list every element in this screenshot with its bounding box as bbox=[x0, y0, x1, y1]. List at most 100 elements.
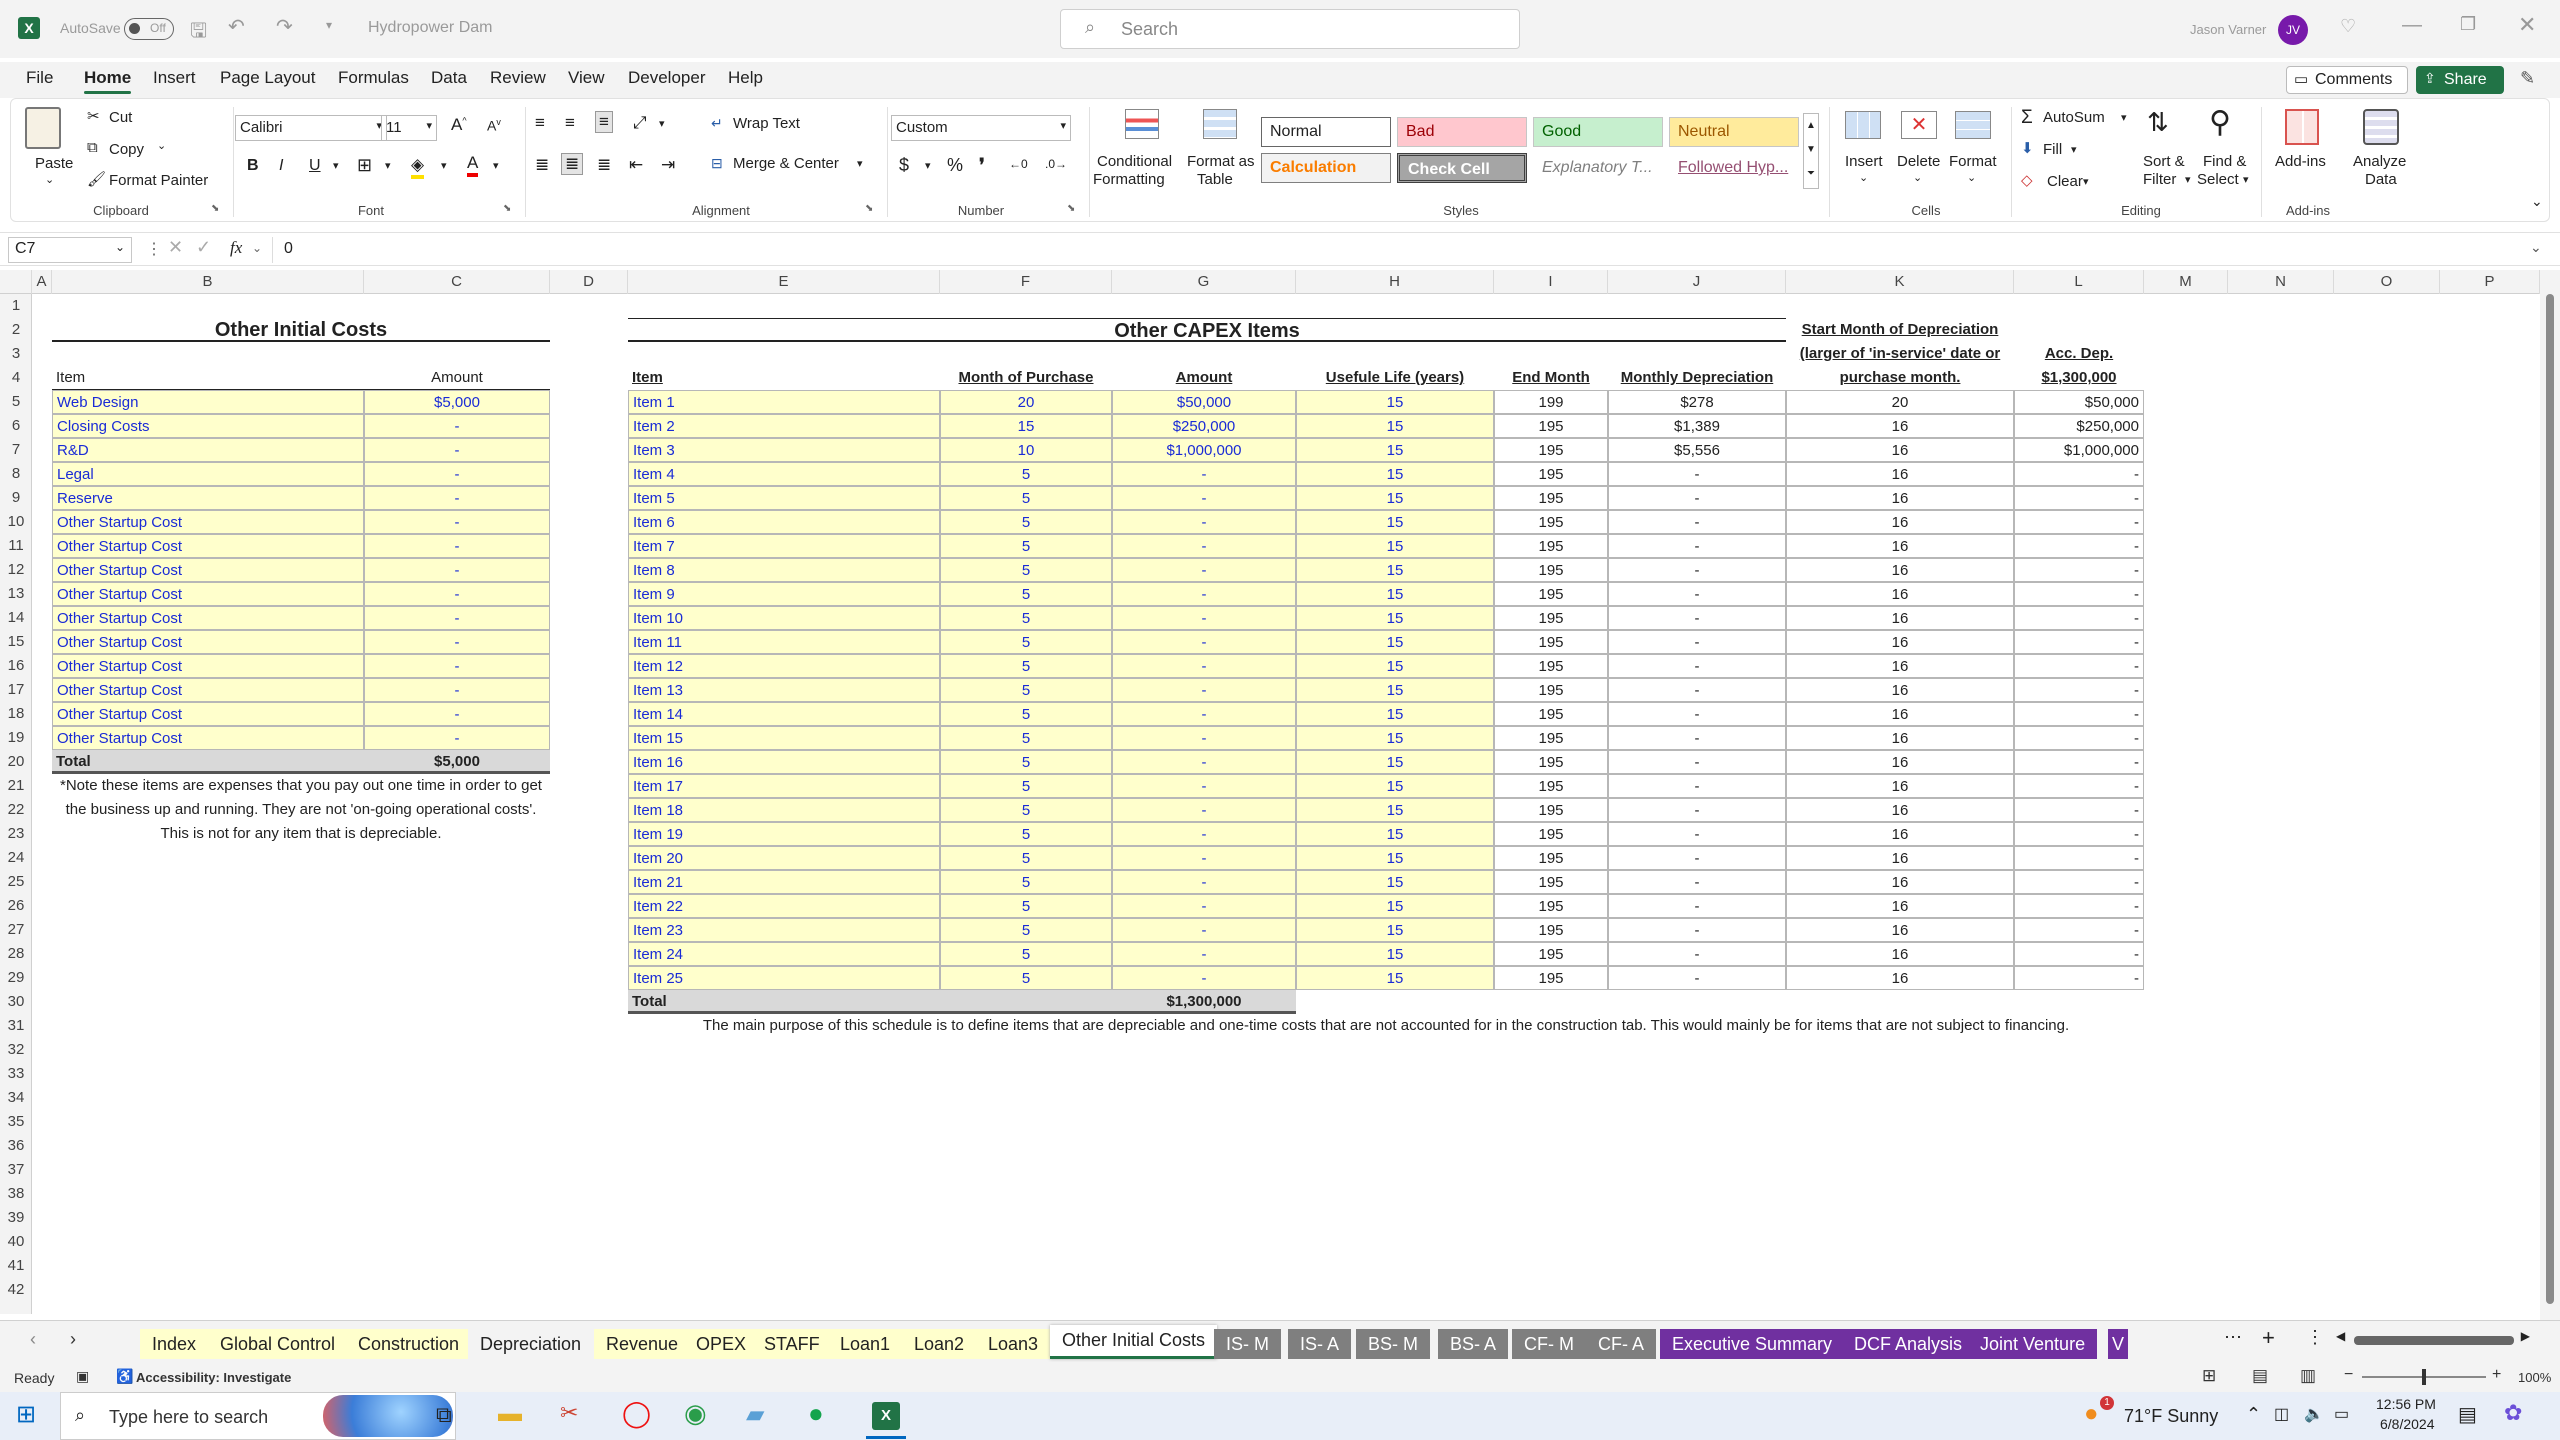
right-acc-dep-cell[interactable]: - bbox=[2014, 726, 2144, 750]
more-icon[interactable]: ⋮ bbox=[146, 239, 162, 259]
right-useful-life-cell[interactable]: 15 bbox=[1296, 534, 1494, 558]
right-amount-cell[interactable]: - bbox=[1112, 558, 1296, 582]
collapse-ribbon-icon[interactable]: ⌄ bbox=[2531, 193, 2543, 210]
fill-button[interactable]: Fill bbox=[2043, 141, 2062, 158]
sheet-tab-v[interactable]: V bbox=[2108, 1329, 2128, 1359]
right-acc-dep-cell[interactable]: - bbox=[2014, 870, 2144, 894]
more-sheets-icon[interactable]: ⋯ bbox=[2224, 1327, 2242, 1348]
sheet-tab-cf-m[interactable]: CF- M bbox=[1512, 1329, 1586, 1359]
scroll-left-icon[interactable]: ◀ bbox=[2336, 1329, 2345, 1343]
right-acc-dep-cell[interactable]: - bbox=[2014, 558, 2144, 582]
right-month-of-purchase-cell[interactable]: 10 bbox=[940, 438, 1112, 462]
right-amount-cell[interactable]: $50,000 bbox=[1112, 390, 1296, 414]
right-monthly-depreciation-cell[interactable]: - bbox=[1608, 510, 1786, 534]
right-month-of-purchase-cell[interactable]: 5 bbox=[940, 870, 1112, 894]
right-month-of-purchase-cell[interactable]: 5 bbox=[940, 462, 1112, 486]
function-dropdown-icon[interactable]: ⌄ bbox=[252, 241, 262, 255]
left-amount-cell[interactable]: - bbox=[364, 510, 550, 534]
right-amount-cell[interactable]: - bbox=[1112, 798, 1296, 822]
right-monthly-depreciation-cell[interactable]: - bbox=[1608, 606, 1786, 630]
right-item-cell[interactable]: Item 2 bbox=[628, 414, 940, 438]
right-acc-dep-cell[interactable]: - bbox=[2014, 582, 2144, 606]
right-item-cell[interactable]: Item 6 bbox=[628, 510, 940, 534]
right-end-month-cell[interactable]: 195 bbox=[1494, 846, 1608, 870]
right-item-cell[interactable]: Item 19 bbox=[628, 822, 940, 846]
right-acc-dep-cell[interactable]: - bbox=[2014, 510, 2144, 534]
column-header-n[interactable]: N bbox=[2228, 270, 2334, 294]
percent-icon[interactable]: % bbox=[947, 155, 963, 176]
right-useful-life-cell[interactable]: 15 bbox=[1296, 966, 1494, 990]
right-end-month-cell[interactable]: 195 bbox=[1494, 918, 1608, 942]
next-sheet-icon[interactable]: › bbox=[70, 1329, 76, 1350]
expand-formula-icon[interactable]: ⌄ bbox=[2530, 239, 2542, 256]
right-monthly-depreciation-cell[interactable]: - bbox=[1608, 774, 1786, 798]
format-as-table-button[interactable]: Format as bbox=[1187, 153, 1255, 170]
page-break-view-icon[interactable]: ▥ bbox=[2300, 1366, 2316, 1386]
right-end-month-cell[interactable]: 195 bbox=[1494, 798, 1608, 822]
styles-scroll[interactable]: ▲ ▼ ⏷ bbox=[1803, 113, 1819, 189]
column-header-f[interactable]: F bbox=[940, 270, 1112, 294]
right-useful-life-cell[interactable]: 15 bbox=[1296, 774, 1494, 798]
column-header-p[interactable]: P bbox=[2440, 270, 2540, 294]
column-header-m[interactable]: M bbox=[2144, 270, 2228, 294]
volume-icon[interactable]: 🔈 bbox=[2304, 1404, 2324, 1424]
snipping-tool-icon[interactable]: ✂ bbox=[560, 1400, 578, 1426]
column-header-l[interactable]: L bbox=[2014, 270, 2144, 294]
right-monthly-depreciation-cell[interactable]: - bbox=[1608, 630, 1786, 654]
right-acc-dep-cell[interactable]: - bbox=[2014, 702, 2144, 726]
prev-sheet-icon[interactable]: ‹ bbox=[30, 1329, 36, 1350]
font-name-select[interactable]: Calibri ▾ bbox=[235, 115, 387, 141]
sheet-tab-is-a[interactable]: IS- A bbox=[1288, 1329, 1352, 1359]
column-header-o[interactable]: O bbox=[2334, 270, 2440, 294]
right-start-month-cell[interactable]: 16 bbox=[1786, 486, 2014, 510]
right-item-cell[interactable]: Item 13 bbox=[628, 678, 940, 702]
right-acc-dep-cell[interactable]: - bbox=[2014, 966, 2144, 990]
right-end-month-cell[interactable]: 195 bbox=[1494, 822, 1608, 846]
left-item-cell[interactable]: Legal bbox=[52, 462, 364, 486]
right-end-month-cell[interactable]: 195 bbox=[1494, 702, 1608, 726]
sheet-tab-loan2[interactable]: Loan2 bbox=[902, 1329, 977, 1359]
right-acc-dep-cell[interactable]: - bbox=[2014, 654, 2144, 678]
increase-font-icon[interactable]: A^ bbox=[451, 115, 467, 135]
align-left-icon[interactable]: ≣ bbox=[535, 155, 549, 175]
align-middle-icon[interactable]: ≡ bbox=[565, 113, 575, 133]
right-monthly-depreciation-cell[interactable]: - bbox=[1608, 870, 1786, 894]
right-start-month-cell[interactable]: 16 bbox=[1786, 750, 2014, 774]
left-amount-cell[interactable]: - bbox=[364, 654, 550, 678]
right-end-month-cell[interactable]: 195 bbox=[1494, 942, 1608, 966]
right-amount-cell[interactable]: - bbox=[1112, 510, 1296, 534]
right-end-month-cell[interactable]: 195 bbox=[1494, 462, 1608, 486]
add-sheet-icon[interactable]: + bbox=[2262, 1325, 2275, 1351]
right-amount-cell[interactable]: - bbox=[1112, 534, 1296, 558]
upwork-icon[interactable]: ● bbox=[808, 1398, 824, 1429]
right-start-month-cell[interactable]: 16 bbox=[1786, 462, 2014, 486]
right-amount-cell[interactable]: - bbox=[1112, 486, 1296, 510]
right-month-of-purchase-cell[interactable]: 5 bbox=[940, 966, 1112, 990]
worksheet-grid[interactable]: Other Initial Costs Item Amount Web Desi… bbox=[0, 294, 2540, 1318]
right-start-month-cell[interactable]: 16 bbox=[1786, 654, 2014, 678]
right-start-month-cell[interactable]: 16 bbox=[1786, 942, 2014, 966]
sheet-tab-global-control[interactable]: Global Control bbox=[208, 1329, 348, 1359]
normal-view-icon[interactable]: ⊞ bbox=[2202, 1366, 2216, 1386]
page-layout-view-icon[interactable]: ▤ bbox=[2252, 1366, 2268, 1386]
right-month-of-purchase-cell[interactable]: 5 bbox=[940, 606, 1112, 630]
right-monthly-depreciation-cell[interactable]: - bbox=[1608, 966, 1786, 990]
sheet-tab-loan3[interactable]: Loan3 bbox=[976, 1329, 1051, 1359]
right-start-month-cell[interactable]: 16 bbox=[1786, 582, 2014, 606]
align-center-icon[interactable]: ≣ bbox=[561, 153, 584, 175]
sheet-options-icon[interactable]: ⋮ bbox=[2306, 1327, 2324, 1348]
right-item-cell[interactable]: Item 24 bbox=[628, 942, 940, 966]
close-icon[interactable]: ✕ bbox=[2518, 12, 2536, 38]
decrease-font-icon[interactable]: Av bbox=[487, 117, 501, 134]
weather-text[interactable]: 71°F Sunny bbox=[2124, 1406, 2218, 1427]
cut-button[interactable]: Cut bbox=[109, 109, 132, 126]
sheet-tab-staff[interactable]: STAFF bbox=[752, 1329, 832, 1359]
right-useful-life-cell[interactable]: 15 bbox=[1296, 942, 1494, 966]
right-useful-life-cell[interactable]: 15 bbox=[1296, 630, 1494, 654]
right-month-of-purchase-cell[interactable]: 5 bbox=[940, 774, 1112, 798]
tab-page-layout[interactable]: Page Layout bbox=[220, 68, 315, 88]
analyze-data-button[interactable]: Analyze bbox=[2353, 153, 2406, 170]
clipboard-launcher-icon[interactable]: ⬊ bbox=[211, 203, 219, 214]
left-item-cell[interactable]: R&D bbox=[52, 438, 364, 462]
font-launcher-icon[interactable]: ⬊ bbox=[503, 203, 511, 214]
